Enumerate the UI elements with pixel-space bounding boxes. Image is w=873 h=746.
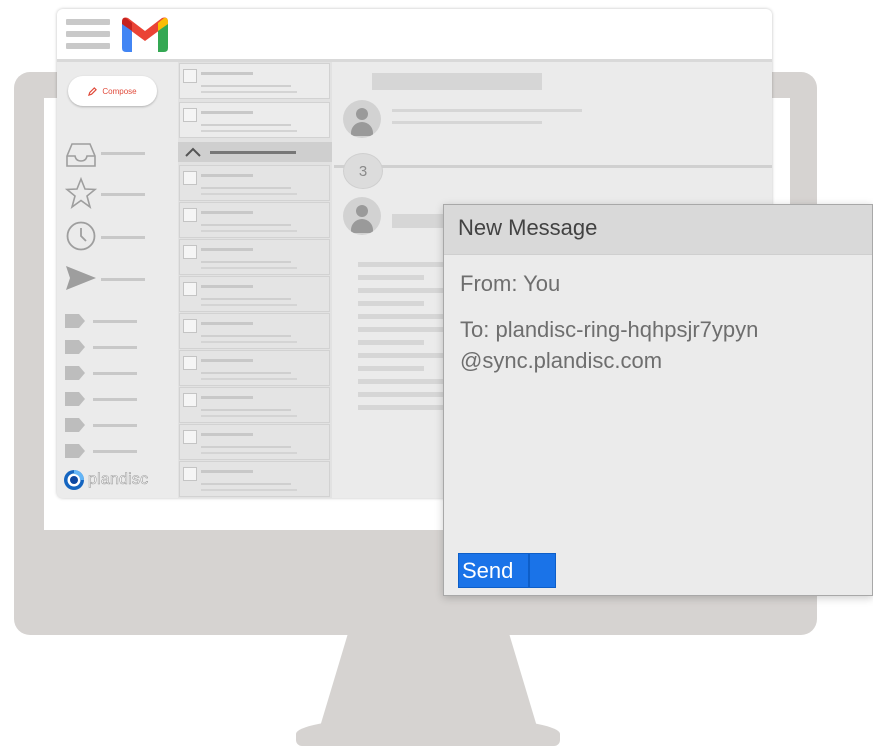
body-placeholder xyxy=(358,379,448,384)
plandisc-brand-label: plandisc xyxy=(88,471,149,489)
sender-placeholder xyxy=(392,121,542,124)
clock-icon[interactable] xyxy=(65,220,97,252)
plandisc-brand[interactable]: plandisc xyxy=(63,468,173,492)
label-placeholder xyxy=(93,450,137,453)
checkbox[interactable] xyxy=(183,467,197,481)
list-item[interactable] xyxy=(179,165,330,201)
inbox-icon[interactable] xyxy=(65,142,97,168)
collapse-bar[interactable] xyxy=(178,142,332,162)
person-icon xyxy=(343,197,381,235)
to-field-line-1: To: plandisc-ring-hqhpsjr7ypyn xyxy=(460,317,759,342)
new-message-window: New Message From: You To: plandisc-ring-… xyxy=(443,204,873,596)
label-placeholder xyxy=(93,424,137,427)
thread-count-badge[interactable]: 3 xyxy=(343,153,383,189)
from-field: From: You xyxy=(460,271,561,296)
sidebar: Compose plandisc xyxy=(57,62,178,498)
checkbox[interactable] xyxy=(183,171,197,185)
checkbox[interactable] xyxy=(183,108,197,122)
star-icon[interactable] xyxy=(65,177,97,209)
label-tag-icon[interactable] xyxy=(65,314,85,328)
list-item[interactable] xyxy=(179,276,330,312)
label-tag-icon[interactable] xyxy=(65,340,85,354)
label-tag-icon[interactable] xyxy=(65,418,85,432)
pencil-icon xyxy=(88,86,98,96)
plandisc-logo-icon xyxy=(64,470,84,490)
list-item[interactable] xyxy=(179,424,330,460)
new-message-title: New Message xyxy=(458,215,598,240)
message-list xyxy=(178,62,332,498)
body-placeholder xyxy=(358,340,424,345)
body-placeholder xyxy=(358,405,448,410)
checkbox[interactable] xyxy=(183,393,197,407)
list-item[interactable] xyxy=(179,202,330,238)
label-placeholder xyxy=(93,372,137,375)
list-item[interactable] xyxy=(179,387,330,423)
checkbox[interactable] xyxy=(183,356,197,370)
body-placeholder xyxy=(358,301,424,306)
sender-placeholder xyxy=(392,109,582,112)
to-field[interactable]: To: plandisc-ring-hqhpsjr7ypyn @sync.pla… xyxy=(460,314,865,376)
checkbox[interactable] xyxy=(183,208,197,222)
body-placeholder xyxy=(358,288,448,293)
compose-label: Compose xyxy=(102,86,137,96)
label-placeholder xyxy=(93,398,137,401)
thread-divider xyxy=(334,165,772,168)
list-item[interactable] xyxy=(179,461,330,497)
person-icon xyxy=(343,100,381,138)
checkbox[interactable] xyxy=(183,319,197,333)
list-item[interactable] xyxy=(179,313,330,349)
checkbox[interactable] xyxy=(183,69,197,83)
new-message-titlebar[interactable]: New Message xyxy=(444,205,872,255)
checkbox[interactable] xyxy=(183,245,197,259)
compose-button[interactable]: Compose xyxy=(68,76,157,106)
send-button-label: Send xyxy=(462,557,514,583)
gmail-header xyxy=(57,9,772,62)
body-placeholder xyxy=(358,275,424,280)
list-item[interactable] xyxy=(179,102,330,138)
sent-label-placeholder xyxy=(101,278,145,281)
hamburger-menu-icon[interactable] xyxy=(66,17,110,51)
inbox-label-placeholder xyxy=(101,152,145,155)
collapse-bar-line xyxy=(210,151,296,154)
gmail-logo-icon xyxy=(122,17,168,52)
monitor-stand-foot xyxy=(296,716,560,746)
starred-label-placeholder xyxy=(101,193,145,196)
label-tag-icon[interactable] xyxy=(65,444,85,458)
body-placeholder xyxy=(358,327,448,332)
checkbox[interactable] xyxy=(183,282,197,296)
send-button-divider xyxy=(528,554,530,587)
send-icon[interactable] xyxy=(65,264,97,292)
subject-placeholder xyxy=(372,73,542,90)
body-placeholder xyxy=(358,392,448,397)
label-tag-icon[interactable] xyxy=(65,392,85,406)
checkbox[interactable] xyxy=(183,430,197,444)
send-button[interactable]: Send xyxy=(458,553,556,588)
list-item[interactable] xyxy=(179,239,330,275)
body-placeholder xyxy=(358,366,424,371)
to-field-line-2: @sync.plandisc.com xyxy=(460,348,663,373)
list-item[interactable] xyxy=(179,350,330,386)
snoozed-label-placeholder xyxy=(101,236,145,239)
list-item[interactable] xyxy=(179,63,330,99)
chevron-up-icon xyxy=(185,147,201,157)
body-placeholder xyxy=(358,353,448,358)
label-placeholder xyxy=(93,346,137,349)
label-placeholder xyxy=(93,320,137,323)
body-placeholder xyxy=(358,262,448,267)
label-tag-icon[interactable] xyxy=(65,366,85,380)
body-placeholder xyxy=(358,314,448,319)
